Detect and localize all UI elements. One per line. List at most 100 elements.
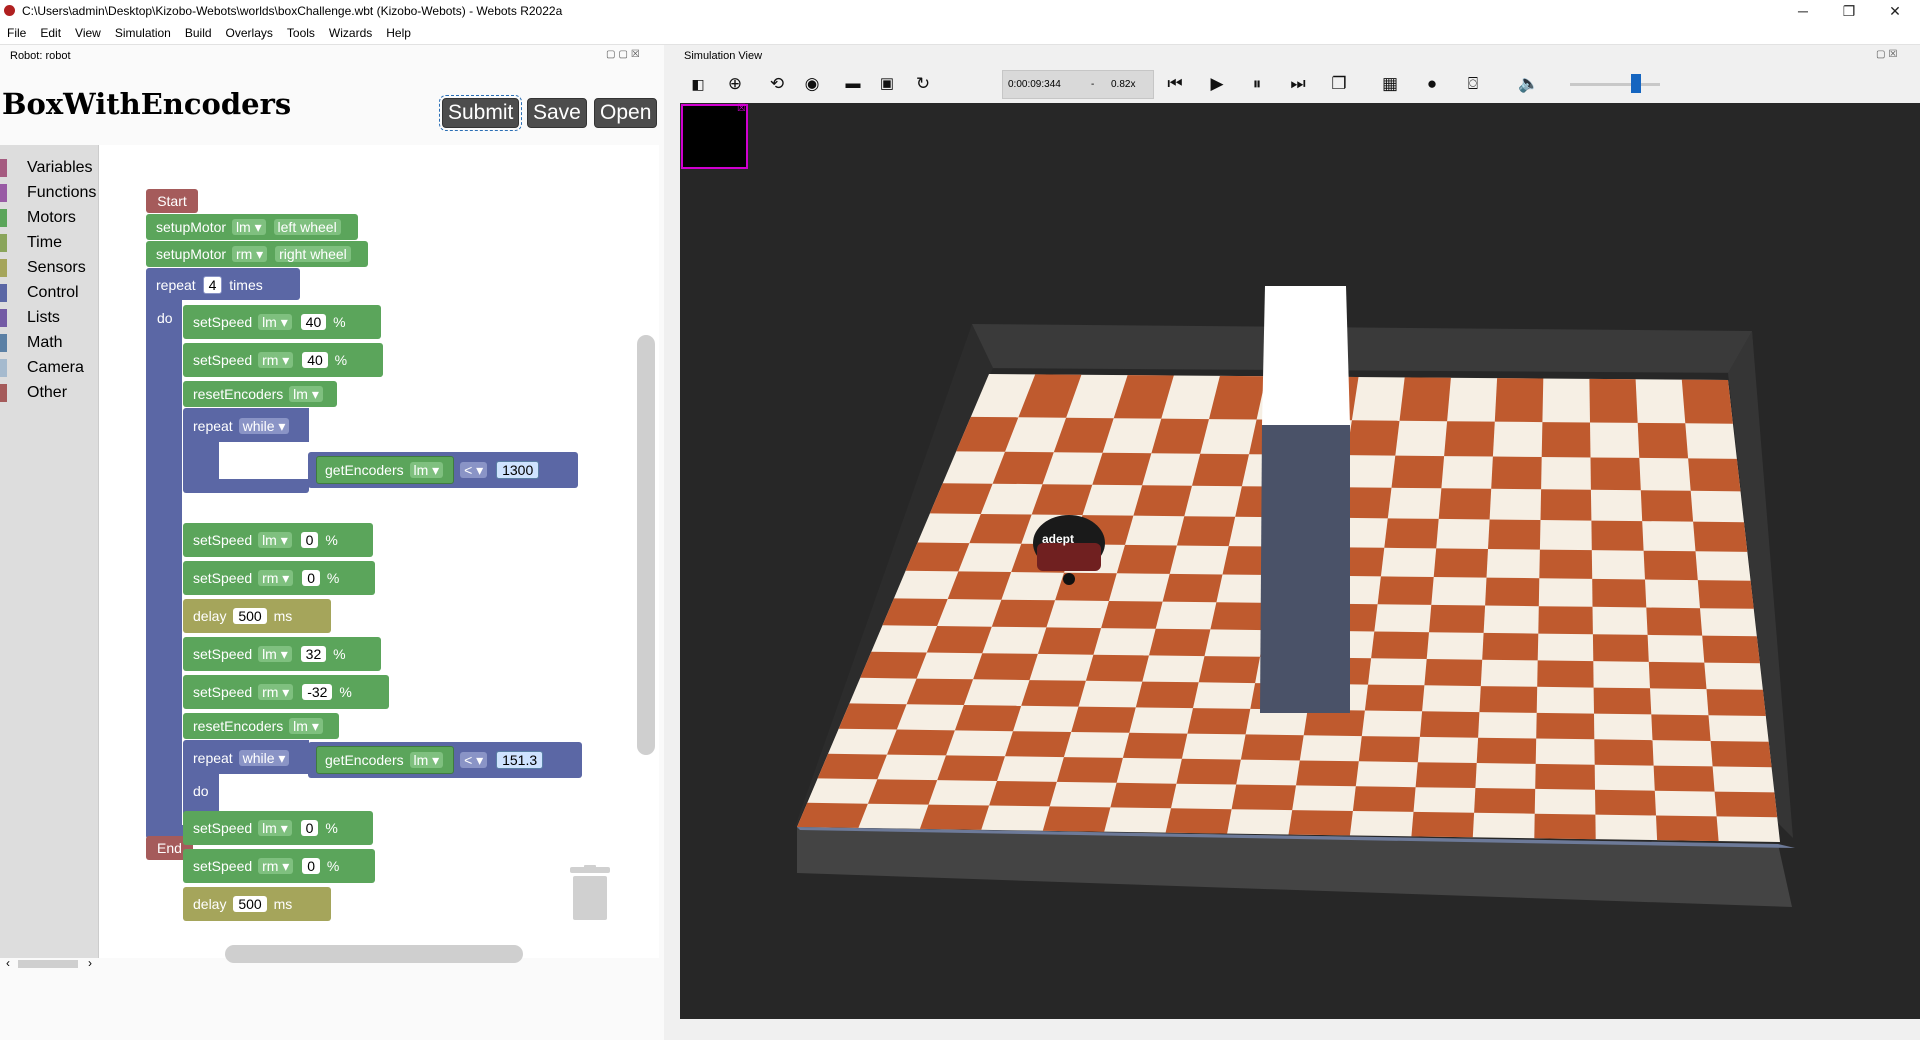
number-field[interactable]: 1300 (496, 461, 540, 479)
record-movie-icon[interactable]: ▦ (1380, 74, 1400, 94)
save-world-icon[interactable]: ▣ (877, 74, 897, 94)
var-dropdown[interactable]: lm ▾ (231, 219, 266, 235)
reload-world-icon[interactable]: ↻ (913, 74, 933, 94)
step-icon[interactable]: ▶ (1207, 74, 1227, 94)
dock-window-buttons[interactable]: ▢☒ (1876, 49, 1900, 60)
set-speed-block[interactable]: setSpeed rm ▾ 40 % (183, 343, 383, 377)
var-dropdown[interactable]: rm ▾ (258, 570, 294, 586)
restore-button[interactable]: ❐ (1826, 0, 1872, 22)
operator-dropdown[interactable]: < ▾ (460, 462, 488, 478)
save-button[interactable]: Save (527, 98, 587, 128)
workspace-horizontal-scrollbar[interactable] (225, 945, 523, 963)
category-functions[interactable]: Functions (0, 182, 98, 203)
category-sensors[interactable]: Sensors (0, 257, 98, 278)
open-world-icon[interactable]: ▬ (843, 74, 863, 94)
volume-slider[interactable] (1570, 83, 1660, 86)
set-speed-block[interactable]: setSpeed rm ▾ -32 % (183, 675, 389, 709)
volume-slider-thumb[interactable] (1631, 74, 1641, 93)
pause-icon[interactable]: ⏸ (1247, 74, 1267, 94)
repeat-count-field[interactable]: 4 (202, 276, 223, 294)
number-field[interactable]: 0 (302, 858, 320, 874)
scroll-right-icon[interactable]: › (88, 956, 92, 970)
close-button[interactable]: ✕ (1872, 0, 1918, 22)
var-dropdown[interactable]: lm ▾ (289, 386, 323, 402)
menu-tools[interactable]: Tools (280, 22, 322, 44)
record-animation-icon[interactable]: ● (1422, 74, 1442, 94)
category-math[interactable]: Math (0, 332, 98, 353)
screenshot-icon[interactable]: ⌼ (1463, 74, 1483, 94)
number-field[interactable]: 40 (302, 352, 328, 368)
number-field[interactable]: 500 (233, 608, 267, 624)
get-encoders-block[interactable]: getEncoders lm ▾ (316, 746, 455, 774)
menu-overlays[interactable]: Overlays (219, 22, 280, 44)
arena-scene[interactable]: adept (680, 103, 1920, 1019)
set-speed-block[interactable]: setSpeed lm ▾ 32 % (183, 637, 381, 671)
var-dropdown[interactable]: lm ▾ (289, 718, 323, 734)
var-dropdown[interactable]: lm ▾ (258, 646, 292, 662)
operator-dropdown[interactable]: < ▾ (460, 752, 488, 768)
var-dropdown[interactable]: rm ▾ (258, 684, 294, 700)
category-camera[interactable]: Camera (0, 357, 98, 378)
compare-block[interactable]: getEncoders lm ▾ < ▾ 1300 (308, 452, 578, 488)
close-icon[interactable]: ☒ (737, 103, 746, 114)
category-other[interactable]: Other (0, 382, 98, 403)
number-field[interactable]: -32 (302, 684, 333, 700)
var-dropdown[interactable]: rm ▾ (231, 246, 268, 262)
name-field[interactable]: right wheel (275, 246, 351, 262)
restore-viewpoint-icon[interactable]: ⟲ (767, 74, 787, 94)
category-lists[interactable]: Lists (0, 307, 98, 328)
var-dropdown[interactable]: lm ▾ (258, 532, 292, 548)
var-dropdown[interactable]: lm ▾ (409, 462, 444, 478)
setup-motor-block[interactable]: setupMotor rm ▾ right wheel (146, 241, 368, 267)
compare-block[interactable]: getEncoders lm ▾ < ▾ 151.3 (308, 742, 582, 778)
trash-icon[interactable] (568, 865, 612, 921)
toolbox-horizontal-scrollbar[interactable]: ‹ › (0, 956, 100, 972)
reset-encoders-block[interactable]: resetEncoders lm ▾ (183, 381, 337, 407)
submit-button[interactable]: Submit (438, 95, 523, 131)
var-dropdown[interactable]: lm ▾ (258, 820, 292, 836)
menu-file[interactable]: File (0, 22, 33, 44)
fast-forward-icon[interactable]: ⏭ (1288, 74, 1308, 94)
delay-block[interactable]: delay 500 ms (183, 599, 331, 633)
minimize-button[interactable]: ─ (1780, 0, 1826, 22)
name-field[interactable]: left wheel (273, 219, 341, 235)
menu-build[interactable]: Build (178, 22, 219, 44)
set-speed-block[interactable]: setSpeed rm ▾ 0 % (183, 849, 375, 883)
menu-wizards[interactable]: Wizards (322, 22, 379, 44)
delay-block[interactable]: delay 500 ms (183, 887, 331, 921)
camera-overlay[interactable]: ☒ (681, 103, 748, 169)
set-speed-block[interactable]: setSpeed lm ▾ 0 % (183, 811, 373, 845)
reset-simulation-icon[interactable]: ⏮ (1165, 74, 1185, 94)
number-field[interactable]: 32 (300, 646, 327, 662)
number-field[interactable]: 500 (233, 896, 267, 912)
dock-splitter[interactable] (664, 45, 680, 1040)
menu-simulation[interactable]: Simulation (108, 22, 178, 44)
number-field[interactable]: 151.3 (496, 751, 544, 769)
menu-view[interactable]: View (68, 22, 108, 44)
var-dropdown[interactable]: lm ▾ (258, 314, 292, 330)
menu-edit[interactable]: Edit (33, 22, 68, 44)
view-icon[interactable]: ◉ (802, 74, 822, 94)
start-block[interactable]: Start (146, 189, 198, 213)
set-speed-block[interactable]: setSpeed rm ▾ 0 % (183, 561, 375, 595)
toggle-scene-tree-icon[interactable]: ◧ (688, 74, 708, 94)
toggle-rendering-icon[interactable]: ❐ (1329, 74, 1349, 94)
var-dropdown[interactable]: rm ▾ (258, 352, 294, 368)
var-dropdown[interactable]: rm ▾ (258, 858, 294, 874)
number-field[interactable]: 0 (302, 570, 320, 586)
while-mode-dropdown[interactable]: while ▾ (238, 418, 290, 434)
category-variables[interactable]: Variables (0, 157, 98, 178)
open-button[interactable]: Open (594, 98, 658, 128)
reset-encoders-block[interactable]: resetEncoders lm ▾ (183, 713, 339, 739)
menu-help[interactable]: Help (379, 22, 418, 44)
scroll-thumb[interactable] (18, 960, 78, 968)
get-encoders-block[interactable]: getEncoders lm ▾ (316, 456, 455, 484)
3d-viewport[interactable]: adept ☒ (680, 103, 1920, 1019)
set-speed-block[interactable]: setSpeed lm ▾ 0 % (183, 523, 373, 557)
number-field[interactable]: 0 (300, 532, 319, 548)
number-field[interactable]: 40 (300, 314, 327, 330)
while-mode-dropdown[interactable]: while ▾ (238, 750, 290, 766)
category-control[interactable]: Control (0, 282, 98, 303)
scroll-left-icon[interactable]: ‹ (6, 956, 10, 970)
category-motors[interactable]: Motors (0, 207, 98, 228)
